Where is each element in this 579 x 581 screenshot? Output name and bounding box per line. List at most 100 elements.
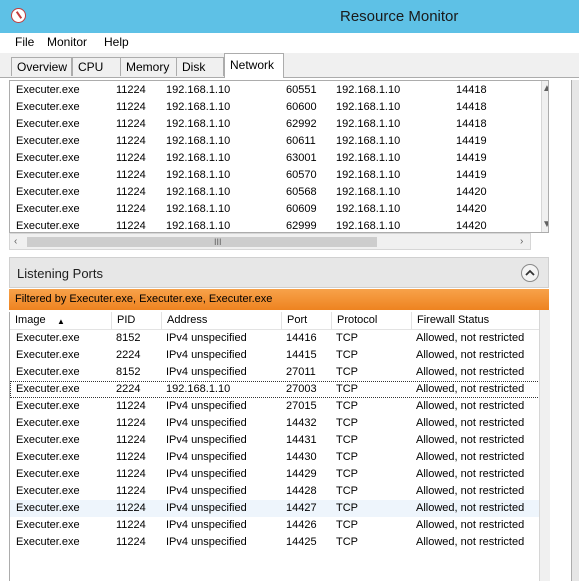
tcp-row[interactable]: Executer.exe 11224 192.168.1.10 60551 192.16… [10,82,548,99]
column-address[interactable]: Address [161,312,281,329]
table-row[interactable]: Executer.exe 11224 IPv4 unspecified 27015 TC… [10,398,549,415]
cell-local-port: 63001 [286,152,317,164]
listening-vertical-scrollbar[interactable] [539,310,550,581]
tab-network[interactable]: Network [224,53,284,78]
cell-protocol: TCP [336,485,358,497]
collapse-button[interactable] [521,264,539,282]
cell-pid: 11224 [116,468,146,480]
tcp-row[interactable]: Executer.exe 11224 192.168.1.10 62992 192.16… [10,116,548,133]
cell-remote-address: 192.168.1.10 [336,203,401,215]
tab-memory[interactable]: Memory [120,57,177,76]
cell-port: 14432 [286,417,317,429]
tcp-connections-list[interactable]: ▲ ▼ Executer.exe11224192.168.1.106055119… [9,80,549,233]
tcp-row[interactable]: Executer.exe 11224 192.168.1.10 60600 192.16… [10,99,548,116]
cell-pid: 2224 [116,383,141,395]
cell-protocol: TCP [336,451,358,463]
tcp-row[interactable]: Executer.exe 11224 192.168.1.10 62999 192.16… [10,218,548,232]
horizontal-scroll-thumb[interactable]: III [27,237,377,247]
cell-firewall-status: Allowed, not restricted [416,434,525,446]
cell-remote-port: 14418 [456,84,487,96]
cell-pid: 11224 [116,485,146,497]
cell-image: Executer.exe [16,349,80,361]
cell-local-address: 192.168.1.10 [166,152,231,164]
tcp-row[interactable]: Executer.exe 11224 192.168.1.10 60611 192.16… [10,133,548,150]
table-row[interactable]: Executer.exe 11224 IPv4 unspecified 14432 TC… [10,415,549,432]
cell-pid: 11224 [116,536,146,548]
cell-firewall-status: Allowed, not restricted [416,417,525,429]
cell-firewall-status: Allowed, not restricted [416,349,525,361]
chevron-up-icon [525,269,535,276]
cell-local-port: 60570 [286,169,317,181]
table-row[interactable]: Executer.exe 11224 IPv4 unspecified 14429 TC… [10,466,549,483]
cell-local-port: 62992 [286,118,317,130]
cell-local-port: 60611 [286,135,316,147]
scroll-left-icon[interactable]: ‹ [14,236,17,247]
table-row[interactable]: Executer.exe 11224 IPv4 unspecified 14430 TC… [10,449,549,466]
cell-protocol: TCP [336,502,358,514]
menu-file[interactable]: File [15,35,34,49]
cell-remote-address: 192.168.1.10 [336,152,401,164]
table-row[interactable]: Executer.exe 11224 IPv4 unspecified 14428 TC… [10,483,549,500]
cell-remote-address: 192.168.1.10 [336,135,401,147]
cell-local-port: 60600 [286,101,317,113]
cell-image: Executer.exe [16,366,80,378]
tcp-row[interactable]: Executer.exe 11224 192.168.1.10 60609 192.16… [10,201,548,218]
table-row[interactable]: Executer.exe 11224 IPv4 unspecified 14427 TC… [10,500,549,517]
column-protocol[interactable]: Protocol [331,312,411,329]
tab-disk[interactable]: Disk [176,57,224,76]
table-row[interactable]: Executer.exe 8152 IPv4 unspecified 27011 TCP… [10,364,549,381]
table-row[interactable]: Executer.exe 2224 192.168.1.10 27003 TCP Allo… [10,381,549,398]
cell-firewall-status: Allowed, not restricted [416,383,525,395]
tcp-row[interactable]: Executer.exe 11224 192.168.1.10 60570 192.16… [10,167,548,184]
column-pid[interactable]: PID [111,312,161,329]
listening-ports-header[interactable]: Listening Ports [9,257,549,288]
cell-pid: 2224 [116,349,141,361]
cell-remote-port: 14419 [456,169,487,181]
cell-pid: 11224 [116,203,146,215]
table-row[interactable]: Executer.exe 2224 IPv4 unspecified 14415 TCP… [10,347,549,364]
menu-monitor[interactable]: Monitor [47,35,87,49]
menu-bar: File Monitor Help [0,33,579,53]
menu-help[interactable]: Help [104,35,129,49]
cell-image: Executer.exe [16,502,80,514]
column-firewall-status[interactable]: Firewall Status [411,312,549,329]
table-row[interactable]: Executer.exe 11224 IPv4 unspecified 14425 TC… [10,534,549,551]
tcp-row[interactable]: Executer.exe 11224 192.168.1.10 60568 192.16… [10,184,548,201]
tab-cpu[interactable]: CPU [72,57,121,76]
tab-overview[interactable]: Overview [11,57,72,76]
table-row[interactable]: Executer.exe 11224 IPv4 unspecified 14426 TC… [10,517,549,534]
cell-image: Executer.exe [16,400,80,412]
cell-address: IPv4 unspecified [166,332,247,344]
section-title: Listening Ports [17,266,103,281]
cell-pid: 11224 [116,400,146,412]
cell-protocol: TCP [336,332,358,344]
column-port[interactable]: Port [281,312,331,329]
cell-pid: 11224 [116,152,146,164]
cell-remote-port: 14418 [456,118,487,130]
filter-bar[interactable]: Filtered by Executer.exe, Executer.exe, … [9,289,549,310]
table-row[interactable]: Executer.exe 11224 IPv4 unspecified 14431 TC… [10,432,549,449]
cell-image: Executer.exe [16,101,80,113]
cell-port: 27015 [286,400,317,412]
cell-remote-address: 192.168.1.10 [336,220,401,232]
cell-port: 14430 [286,451,317,463]
resource-monitor-icon[interactable] [11,8,26,23]
tcp-row[interactable]: Executer.exe 11224 192.168.1.10 63001 192.16… [10,150,548,167]
column-image[interactable]: Image ▲ [10,312,111,329]
cell-address: IPv4 unspecified [166,519,247,531]
cell-local-address: 192.168.1.10 [166,135,231,147]
listening-ports-table: Image ▲ PID Address Port Protocol Firewa… [9,312,549,581]
cell-pid: 8152 [116,366,141,378]
cell-port: 14426 [286,519,317,531]
cell-image: Executer.exe [16,468,80,480]
cell-pid: 11224 [116,84,146,96]
table-row[interactable]: Executer.exe 8152 IPv4 unspecified 14416 TCP… [10,330,549,347]
cell-pid: 11224 [116,169,146,181]
tcp-horizontal-scrollbar[interactable]: ‹ III › [9,233,531,250]
cell-local-address: 192.168.1.10 [166,101,231,113]
cell-port: 14429 [286,468,317,480]
scroll-right-icon[interactable]: › [520,236,523,247]
cell-port: 14427 [286,502,317,514]
cell-image: Executer.exe [16,203,80,215]
cell-address: IPv4 unspecified [166,468,247,480]
